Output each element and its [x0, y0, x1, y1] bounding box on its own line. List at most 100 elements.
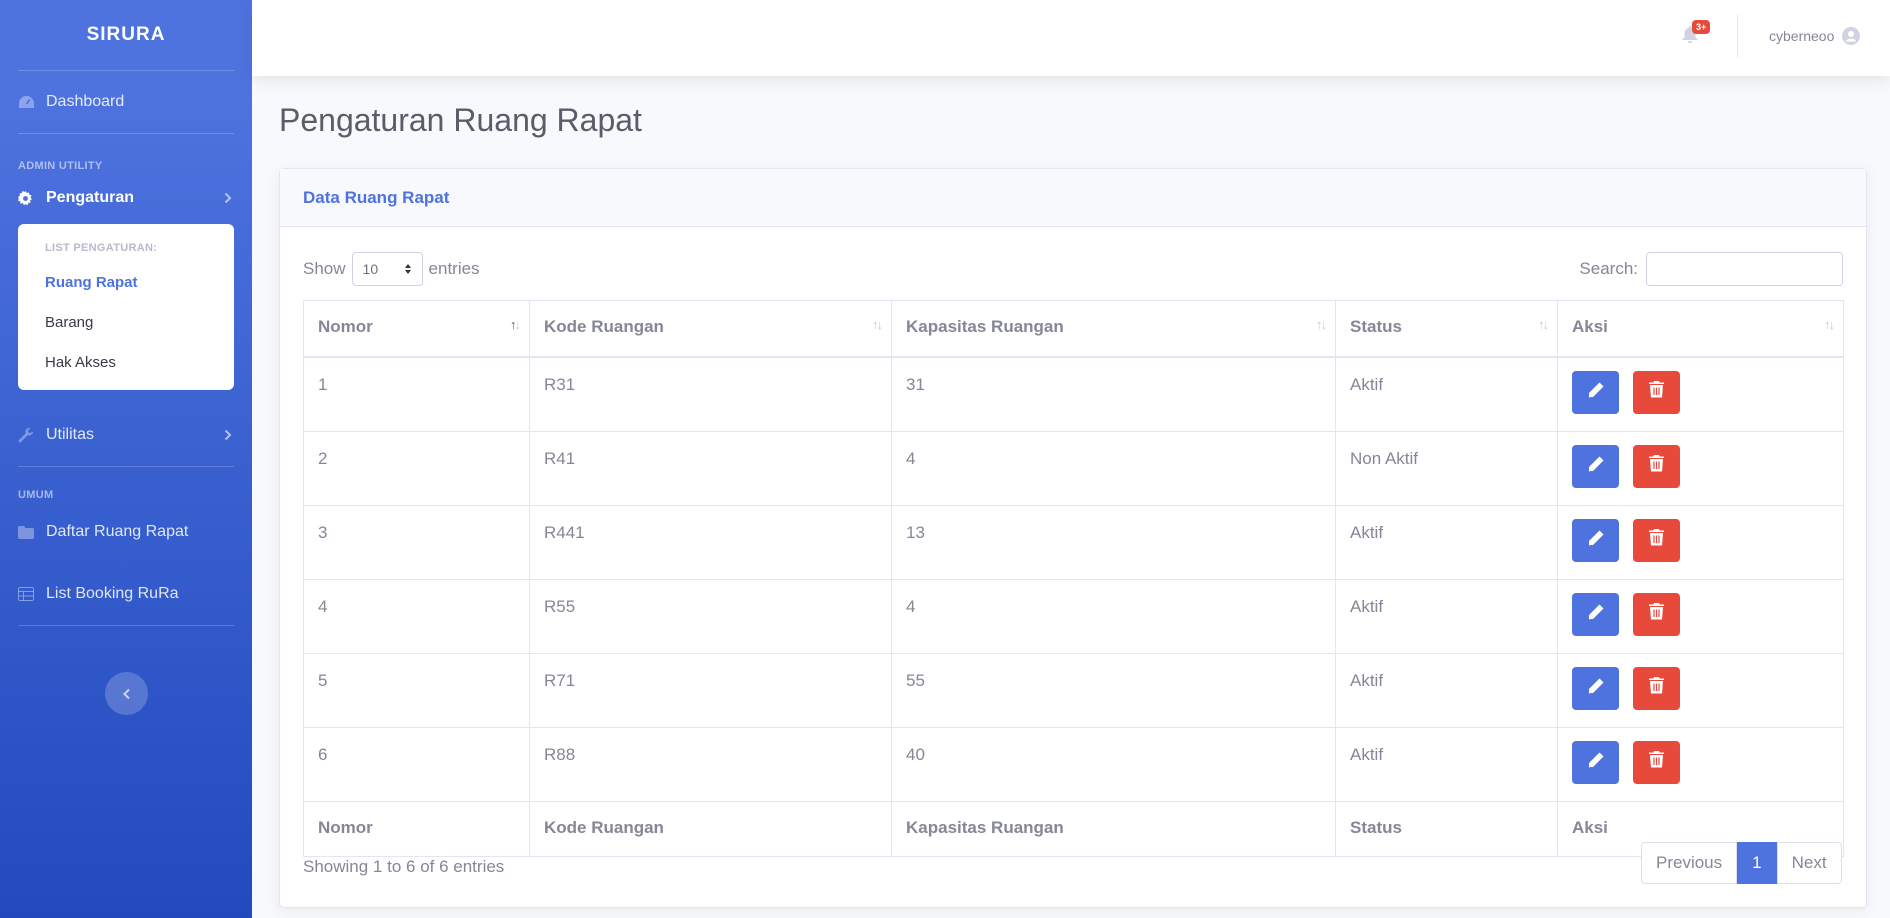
cell-kapasitas: 13	[891, 504, 1336, 580]
sidebar-item-label: Pengaturan	[46, 189, 135, 206]
table-row: 6 R88 40 Aktif	[303, 726, 1844, 802]
delete-button[interactable]	[1633, 740, 1680, 784]
table-row: 3 R441 13 Aktif	[303, 504, 1844, 580]
submenu-item-ruang-rapat[interactable]: Ruang Rapat	[18, 262, 234, 302]
sidebar-item-pengaturan[interactable]: Pengaturan	[0, 172, 252, 224]
sidebar-item-list-booking[interactable]: List Booking RuRa	[0, 563, 252, 625]
cell-kode: R71	[529, 652, 892, 728]
sidebar-item-label: Utilitas	[46, 426, 95, 443]
cell-aksi	[1557, 504, 1844, 580]
sort-icon: ↑↓	[1316, 317, 1327, 332]
next-button[interactable]: Next	[1776, 842, 1842, 884]
sidebar-toggle-button[interactable]	[105, 672, 148, 715]
cell-kapasitas: 31	[891, 356, 1336, 432]
delete-button[interactable]	[1633, 592, 1680, 636]
sort-asc-icon: ↑↓	[510, 317, 521, 332]
search-area: Search:	[1579, 252, 1843, 286]
cell-status: Aktif	[1335, 578, 1558, 654]
cell-status: Aktif	[1335, 356, 1558, 432]
topbar: 3+ cyberneoo	[252, 0, 1890, 76]
table-row: 2 R41 4 Non Aktif	[303, 430, 1844, 506]
cell-kapasitas: 4	[891, 578, 1336, 654]
edit-button[interactable]	[1572, 740, 1619, 784]
table-icon	[18, 587, 46, 601]
cell-aksi	[1557, 578, 1844, 654]
cell-kode: R31	[529, 356, 892, 432]
row-actions	[1572, 444, 1829, 488]
column-header-kapasitas[interactable]: Kapasitas Ruangan ↑↓	[891, 300, 1336, 358]
edit-button[interactable]	[1572, 370, 1619, 414]
cell-nomor: 4	[303, 578, 530, 654]
edit-button[interactable]	[1572, 518, 1619, 562]
edit-button[interactable]	[1572, 592, 1619, 636]
sidebar-heading-umum: UMUM	[18, 489, 54, 501]
entries-select[interactable]: 10	[351, 252, 423, 286]
search-input[interactable]	[1646, 252, 1843, 286]
column-header-nomor[interactable]: Nomor ↑↓	[303, 300, 530, 358]
delete-button[interactable]	[1633, 444, 1680, 488]
sidebar-item-utilitas[interactable]: Utilitas	[0, 404, 252, 466]
sidebar-item-dashboard[interactable]: Dashboard	[0, 71, 252, 133]
table-controls: Show 10 entries Search:	[303, 251, 1843, 287]
tachometer-icon	[18, 95, 46, 109]
brand-logo[interactable]: SIRURA	[0, 0, 252, 70]
sidebar-item-label: Dashboard	[46, 93, 125, 110]
trash-icon	[1649, 677, 1664, 699]
folder-icon	[18, 525, 46, 539]
column-header-aksi[interactable]: Aksi ↑↓	[1557, 300, 1844, 358]
pencil-icon	[1587, 381, 1605, 404]
sidebar-item-label: List Booking RuRa	[46, 585, 179, 602]
cell-nomor: 1	[303, 356, 530, 432]
footer-nomor: Nomor	[303, 800, 530, 857]
sidebar-item-daftar-ruang-rapat[interactable]: Daftar Ruang Rapat	[0, 501, 252, 563]
show-label: Show	[303, 259, 346, 278]
submenu-item-hak-akses[interactable]: Hak Akses	[18, 342, 234, 382]
submenu-item-barang[interactable]: Barang	[18, 302, 234, 342]
sidebar-heading-admin: ADMIN UTILITY	[18, 160, 103, 172]
page-title: Pengaturan Ruang Rapat	[279, 102, 642, 138]
cell-status: Aktif	[1335, 726, 1558, 802]
cell-kapasitas: 55	[891, 652, 1336, 728]
select-arrows-icon	[404, 264, 411, 274]
sort-icon: ↑↓	[872, 317, 883, 332]
chevron-right-icon	[224, 192, 232, 204]
edit-button[interactable]	[1572, 444, 1619, 488]
chevron-right-icon	[224, 429, 232, 441]
trash-icon	[1649, 529, 1664, 551]
user-dropdown[interactable]: cyberneoo	[1769, 27, 1861, 45]
column-header-kode[interactable]: Kode Ruangan ↑↓	[529, 300, 892, 358]
pagination: Previous 1 Next	[1641, 842, 1842, 884]
row-actions	[1572, 370, 1829, 414]
cell-aksi	[1557, 726, 1844, 802]
entries-label: entries	[428, 259, 480, 278]
pencil-icon	[1587, 529, 1605, 552]
cell-status: Aktif	[1335, 504, 1558, 580]
cell-kode: R55	[529, 578, 892, 654]
sidebar: SIRURA Dashboard ADMIN UTILITY Pengatura…	[0, 0, 252, 918]
card-title: Data Ruang Rapat	[280, 169, 1866, 227]
page-1-button[interactable]: 1	[1737, 842, 1777, 884]
edit-button[interactable]	[1572, 666, 1619, 710]
cell-aksi	[1557, 652, 1844, 728]
column-header-status[interactable]: Status ↑↓	[1335, 300, 1558, 358]
table-row: 4 R55 4 Aktif	[303, 578, 1844, 654]
row-actions	[1572, 740, 1829, 784]
pencil-icon	[1587, 751, 1605, 774]
delete-button[interactable]	[1633, 518, 1680, 562]
alerts-counter-badge: 3+	[1692, 20, 1711, 34]
cell-kapasitas: 40	[891, 726, 1336, 802]
username: cyberneoo	[1769, 28, 1835, 44]
footer-kode: Kode Ruangan	[529, 800, 892, 857]
delete-button[interactable]	[1633, 370, 1680, 414]
data-table: Nomor ↑↓ Kode Ruangan ↑↓ Kapasitas Ruangan…	[303, 300, 1844, 857]
pencil-icon	[1587, 455, 1605, 478]
delete-button[interactable]	[1633, 666, 1680, 710]
sort-icon: ↑↓	[1824, 317, 1835, 332]
cell-kode: R441	[529, 504, 892, 580]
pencil-icon	[1587, 677, 1605, 700]
cell-status: Non Aktif	[1335, 430, 1558, 506]
previous-button[interactable]: Previous	[1641, 842, 1738, 884]
pengaturan-submenu: LIST PENGATURAN: Ruang Rapat Barang Hak …	[18, 224, 234, 390]
cell-kode: R41	[529, 430, 892, 506]
trash-icon	[1649, 603, 1664, 625]
